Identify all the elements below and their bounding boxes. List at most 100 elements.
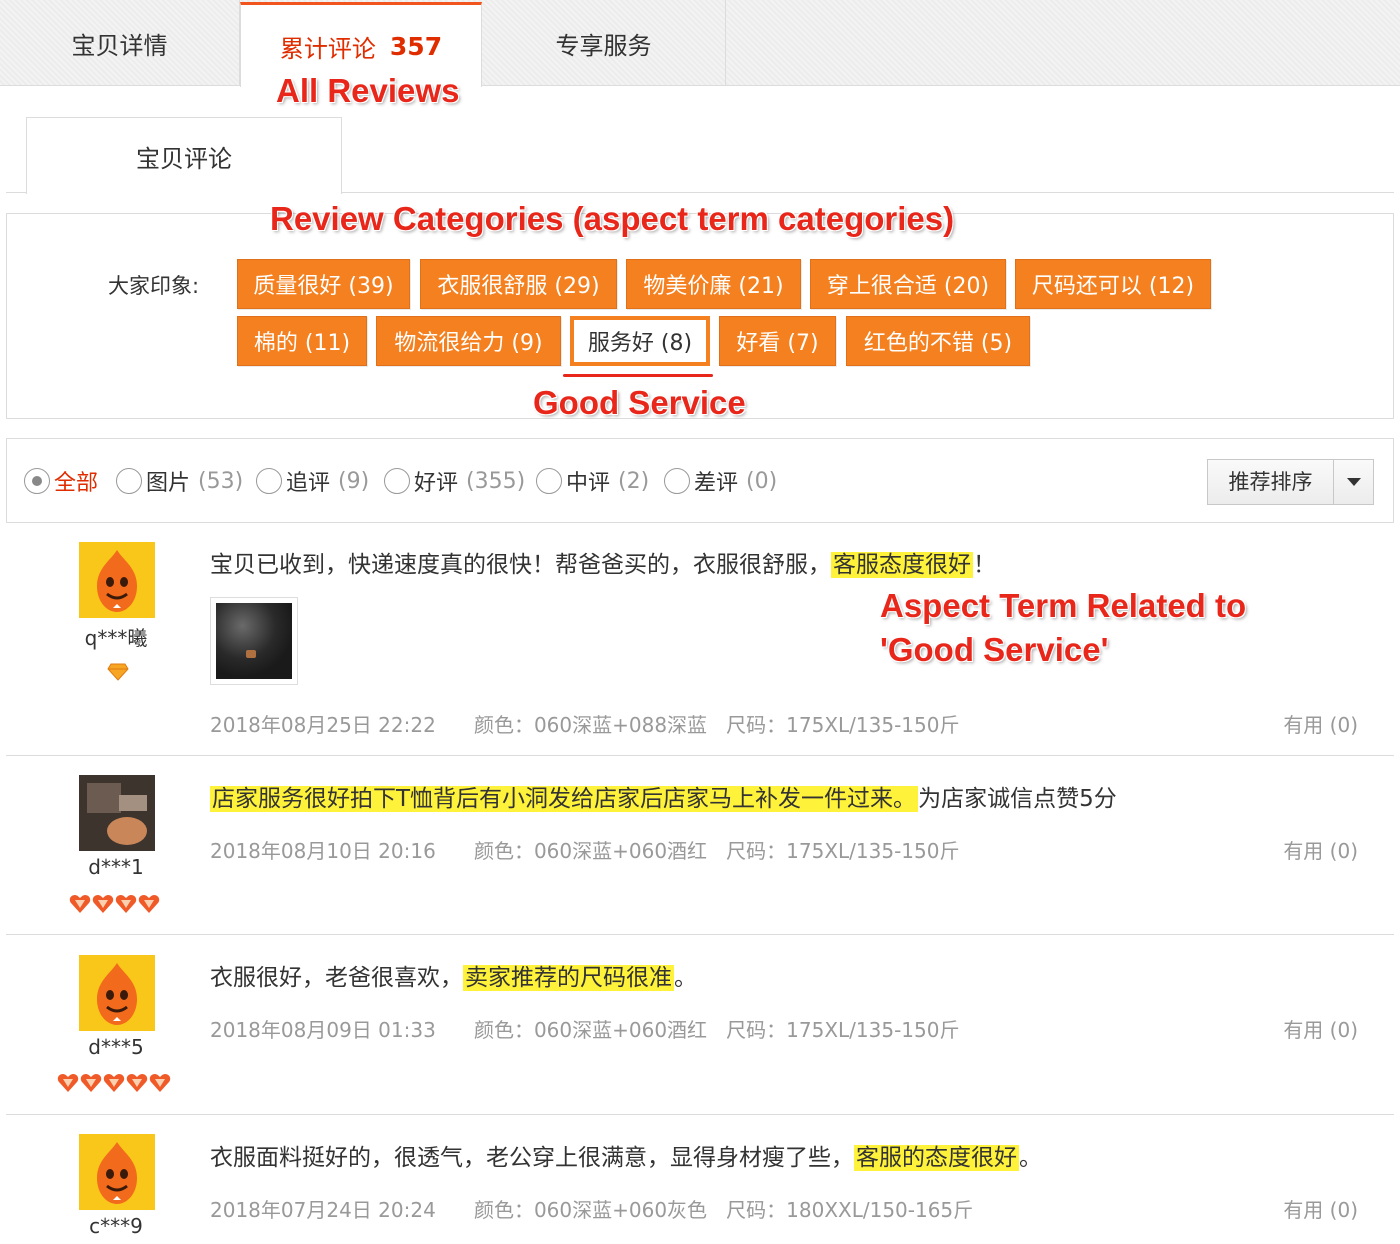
review-divider [6,934,1394,935]
review-text-before: 衣服很好，老爸很喜欢， [210,965,463,991]
mascot-icon [79,542,155,618]
chevron-down-icon[interactable] [1334,478,1373,486]
impression-chip[interactable]: 物美价廉 (21) [626,259,801,309]
review-text-before: 宝贝已收到，快递速度真的很快！帮爸爸买的，衣服很舒服， [210,552,831,578]
heart-medal-icon [115,895,137,913]
filter-neutral[interactable]: 中评 (2) [536,466,649,496]
review-aspect-highlight: 卖家推荐的尺码很准 [463,965,674,991]
filter-followup[interactable]: 追评 (9) [256,466,369,496]
review-text: 衣服面料挺好的，很透气，老公穿上很满意，显得身材瘦了些，客服的态度很好。 [210,1138,1042,1172]
review-username: d***1 [88,855,144,879]
review-meta: 2018年07月24日 20:24 颜色：060深蓝+060灰色 尺码：180X… [210,1194,973,1223]
tab-reviews-label: 累计评论 [279,34,376,63]
filter-count: (53) [198,468,244,494]
filter-count: (2) [618,468,650,494]
review-size: 尺码：175XL/135-150斤 [726,713,960,737]
impression-chip[interactable]: 物流很给力 (9) [376,316,561,366]
heart-medal-icon [149,1074,171,1092]
filter-label: 图片 [146,471,191,496]
avatar[interactable] [79,775,155,851]
tab-services[interactable]: 专享服务 [482,0,726,86]
radio-checked-icon [24,468,50,494]
review-text: 店家服务很好拍下T恤背后有小洞发给店家后店家马上补发一件过来。为店家诚信点赞5分 [210,779,1117,813]
review-date: 2018年07月24日 20:24 [210,1198,436,1222]
gem-medal-icon [107,663,129,681]
radio-icon [536,468,562,494]
annotation-aspect-line2: 'Good Service' [880,631,1109,668]
impression-chip[interactable]: 尺码还可以 (12) [1015,259,1211,309]
impressions-label: 大家印象: [108,274,200,298]
review-text-after: 为店家诚信点赞5分 [918,786,1117,812]
filter-negative[interactable]: 差评 (0) [664,466,777,496]
radio-icon [664,468,690,494]
filter-label: 好评 [414,471,459,496]
annotation-all-reviews: All Reviews [276,72,460,109]
heart-medal-icon [138,895,160,913]
annotation-aspect-line1: Aspect Term Related to [880,587,1247,624]
heart-medal-icon [92,895,114,913]
filter-count: (9) [338,468,370,494]
review-color: 颜色：060深蓝+060酒红 [473,1018,708,1042]
filter-photos[interactable]: 图片 (53) [116,466,243,496]
filter-label: 中评 [566,471,611,496]
filter-positive[interactable]: 好评 (355) [384,466,525,496]
review-photo-image [216,603,292,679]
review-aspect-highlight: 店家服务很好拍下T恤背后有小洞发给店家后店家马上补发一件过来。 [210,786,919,812]
sort-label: 推荐排序 [1208,460,1334,504]
mascot-icon [79,955,155,1031]
review-text-before: 衣服面料挺好的，很透气，老公穿上很满意，显得身材瘦了些， [210,1145,854,1171]
useful-button[interactable]: 有用 (0) [1283,1194,1358,1223]
tab-reviews-count: 357 [389,31,443,61]
filter-all[interactable]: 全部 [24,466,98,496]
tab-product-details[interactable]: 宝贝详情 [0,0,240,86]
filter-label: 追评 [286,471,331,496]
filter-label: 差评 [694,471,739,496]
radio-icon [116,468,142,494]
impression-chip[interactable]: 穿上很合适 (20) [810,259,1006,309]
tab-product-reviews[interactable]: 宝贝评论 [26,117,342,194]
review-text: 衣服很好，老爸很喜欢，卖家推荐的尺码很准。 [210,958,697,992]
review-aspect-highlight: 客服的态度很好 [854,1145,1019,1171]
review-username: q***曦 [84,626,148,650]
avatar[interactable] [79,542,155,618]
review-size: 尺码：175XL/135-150斤 [726,839,960,863]
review-meta: 2018年08月09日 01:33 颜色：060深蓝+060酒红 尺码：175X… [210,1014,959,1043]
review-date: 2018年08月09日 01:33 [210,1018,436,1042]
product-tab-bar: 宝贝详情 累计评论 357 专享服务 [0,0,1400,87]
heart-medal-icon [57,1074,79,1092]
impression-chip-selected[interactable]: 服务好 (8) [570,316,710,366]
sort-dropdown[interactable]: 推荐排序 [1207,459,1374,505]
review-meta: 2018年08月10日 20:16 颜色：060深蓝+060酒红 尺码：175X… [210,835,959,864]
review-color: 颜色：060深蓝+088深蓝 [473,713,708,737]
useful-button[interactable]: 有用 (0) [1283,835,1358,864]
filter-label: 全部 [54,471,99,496]
review-size: 尺码：180XXL/150-165斤 [726,1198,974,1222]
useful-button[interactable]: 有用 (0) [1283,1014,1358,1043]
filter-count: (355) [466,468,526,494]
annotation-review-categories: Review Categories (aspect term categorie… [270,200,955,237]
mascot-icon [79,1134,155,1210]
useful-button[interactable]: 有用 (0) [1283,709,1358,738]
impression-chip[interactable]: 棉的 (11) [237,316,367,366]
review-color: 颜色：060深蓝+060酒红 [473,839,708,863]
user-photo-icon [79,775,155,851]
review-size: 尺码：175XL/135-150斤 [726,1018,960,1042]
filter-count: (0) [746,468,778,494]
user-level-medals [69,894,160,914]
impression-chip[interactable]: 质量很好 (39) [237,259,410,309]
review-divider [6,755,1394,756]
heart-medal-icon [80,1074,102,1092]
user-level-medals [107,661,129,681]
avatar[interactable] [79,955,155,1031]
user-level-medals [57,1073,171,1093]
review-username: d***5 [88,1035,144,1059]
impression-chip[interactable]: 衣服很舒服 (29) [420,259,617,309]
review-username: c***9 [89,1214,143,1238]
review-photo-thumbnail[interactable] [210,597,298,685]
avatar[interactable] [79,1134,155,1210]
heart-medal-icon [69,895,91,913]
impression-chip[interactable]: 好看 (7) [719,316,836,366]
annotation-aspect-term: Aspect Term Related to 'Good Service' [880,584,1246,672]
review-text-after: ！ [973,552,996,578]
impression-chip[interactable]: 红色的不错 (5) [846,316,1030,366]
